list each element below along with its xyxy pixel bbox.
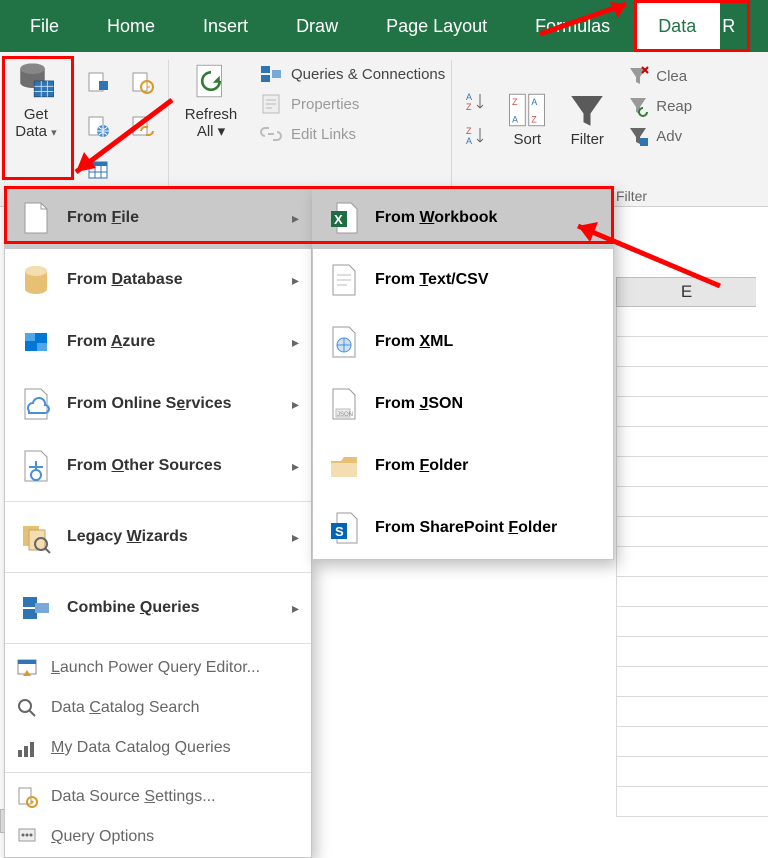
svg-text:A: A	[532, 97, 538, 107]
menu-from-file[interactable]: From File	[5, 187, 311, 249]
tab-home[interactable]: Home	[83, 0, 179, 52]
svg-text:Z: Z	[512, 97, 518, 107]
from-file-submenu: X From Workbook From Text/CSV From XML J…	[312, 186, 614, 560]
svg-text:A: A	[466, 92, 472, 102]
cloud-icon	[19, 387, 53, 421]
svg-text:A: A	[466, 136, 472, 146]
combine-queries-icon	[19, 591, 53, 625]
tab-page-layout[interactable]: Page Layout	[362, 0, 511, 52]
pq-editor-icon	[15, 656, 39, 680]
svg-text:Z: Z	[532, 114, 538, 124]
ribbon: Get Data ▾ Refresh All ▾	[0, 52, 768, 207]
from-web-quick-icon[interactable]	[80, 106, 116, 146]
azure-icon	[19, 325, 53, 359]
sort-icon: ZAAZ	[506, 89, 548, 131]
query-options-icon	[15, 825, 39, 849]
reapply-button[interactable]: Reap	[626, 94, 692, 118]
svg-text:Z: Z	[466, 102, 472, 112]
properties-button[interactable]: Properties	[259, 92, 445, 116]
column-header-e[interactable]: E	[616, 277, 756, 307]
svg-text:X: X	[334, 212, 343, 227]
submenu-from-workbook[interactable]: X From Workbook	[313, 187, 613, 249]
excel-workbook-icon: X	[327, 201, 361, 235]
svg-text:JSON: JSON	[337, 412, 353, 418]
submenu-from-text-csv[interactable]: From Text/CSV	[313, 249, 613, 311]
legacy-wizards-icon	[19, 520, 53, 554]
catalog-search-icon	[15, 696, 39, 720]
menu-from-database[interactable]: From Database	[5, 249, 311, 311]
tab-cutoff: R	[720, 0, 728, 52]
queries-connections-button[interactable]: Queries & Connections	[259, 62, 445, 86]
tab-file[interactable]: File	[6, 0, 83, 52]
menu-from-azure[interactable]: From Azure	[5, 311, 311, 373]
svg-text:S: S	[335, 524, 344, 539]
sharepoint-folder-icon: S	[327, 511, 361, 545]
refresh-icon	[190, 60, 232, 102]
svg-text:A: A	[512, 114, 518, 124]
sort-desc-icon[interactable]: ZA	[464, 124, 488, 148]
get-data-label: Get Data ▾	[15, 106, 56, 141]
edit-links-icon	[259, 122, 283, 146]
submenu-from-sharepoint-folder[interactable]: S From SharePoint Folder	[313, 497, 613, 559]
other-sources-icon	[19, 449, 53, 483]
worksheet-grid[interactable]	[616, 307, 768, 833]
svg-text:Z: Z	[466, 126, 472, 136]
tab-data[interactable]: Data	[634, 0, 720, 52]
menu-from-other-sources[interactable]: From Other Sources	[5, 435, 311, 497]
file-icon	[19, 201, 53, 235]
tab-draw[interactable]: Draw	[272, 0, 362, 52]
submenu-from-xml[interactable]: From XML	[313, 311, 613, 373]
filter-button[interactable]: Filter	[566, 89, 608, 148]
submenu-from-folder[interactable]: From Folder	[313, 435, 613, 497]
menu-data-catalog-search[interactable]: Data Catalog Search	[5, 688, 311, 728]
menu-from-online-services[interactable]: From Online Services	[5, 373, 311, 435]
data-source-settings-icon	[15, 785, 39, 809]
menu-combine-queries[interactable]: Combine Queries	[5, 577, 311, 639]
refresh-all-label: Refresh All ▾	[185, 106, 238, 141]
get-transform-icons	[72, 52, 168, 206]
clear-icon	[626, 64, 650, 88]
my-queries-icon	[15, 736, 39, 760]
funnel-icon	[566, 89, 608, 131]
json-icon: JSON	[327, 387, 361, 421]
folder-icon	[327, 449, 361, 483]
sort-button[interactable]: ZAAZ Sort	[506, 89, 548, 148]
edit-links-button[interactable]: Edit Links	[259, 122, 445, 146]
recent-sources-icon[interactable]	[124, 62, 160, 102]
reapply-icon	[626, 94, 650, 118]
menu-my-data-catalog-queries[interactable]: My Data Catalog Queries	[5, 728, 311, 768]
submenu-from-json[interactable]: JSON From JSON	[313, 373, 613, 435]
queries-connections-group: Queries & Connections Properties Edit Li…	[253, 52, 451, 206]
properties-icon	[259, 92, 283, 116]
ribbon-tab-bar: File Home Insert Draw Page Layout Formul…	[0, 0, 768, 52]
menu-launch-power-query-editor[interactable]: Launch Power Query Editor...	[5, 648, 311, 688]
sort-asc-icon[interactable]: AZ	[464, 90, 488, 114]
sort-filter-group: AZ ZA ZAAZ Sort Filter Clea Reap	[452, 52, 768, 206]
tab-insert[interactable]: Insert	[179, 0, 272, 52]
tab-formulas[interactable]: Formulas	[511, 0, 634, 52]
advanced-icon	[626, 124, 650, 148]
menu-legacy-wizards[interactable]: Legacy Wizards	[5, 506, 311, 568]
advanced-filter-button[interactable]: Adv	[626, 124, 692, 148]
queries-connections-icon	[259, 62, 283, 86]
database-icon	[19, 263, 53, 297]
text-csv-icon	[327, 263, 361, 297]
get-data-button[interactable]: Get Data ▾	[0, 52, 72, 206]
from-text-csv-quick-icon[interactable]	[80, 62, 116, 102]
menu-data-source-settings[interactable]: Data Source Settings...	[5, 777, 311, 817]
database-cube-icon	[15, 60, 57, 102]
existing-connections-icon[interactable]	[124, 106, 160, 146]
clear-filter-button[interactable]: Clea	[626, 64, 692, 88]
from-table-range-icon[interactable]	[80, 150, 116, 190]
menu-query-options[interactable]: Query Options	[5, 817, 311, 857]
refresh-all-button[interactable]: Refresh All ▾	[169, 52, 253, 206]
get-data-menu: From File From Database From Azure From …	[4, 186, 312, 858]
xml-icon	[327, 325, 361, 359]
